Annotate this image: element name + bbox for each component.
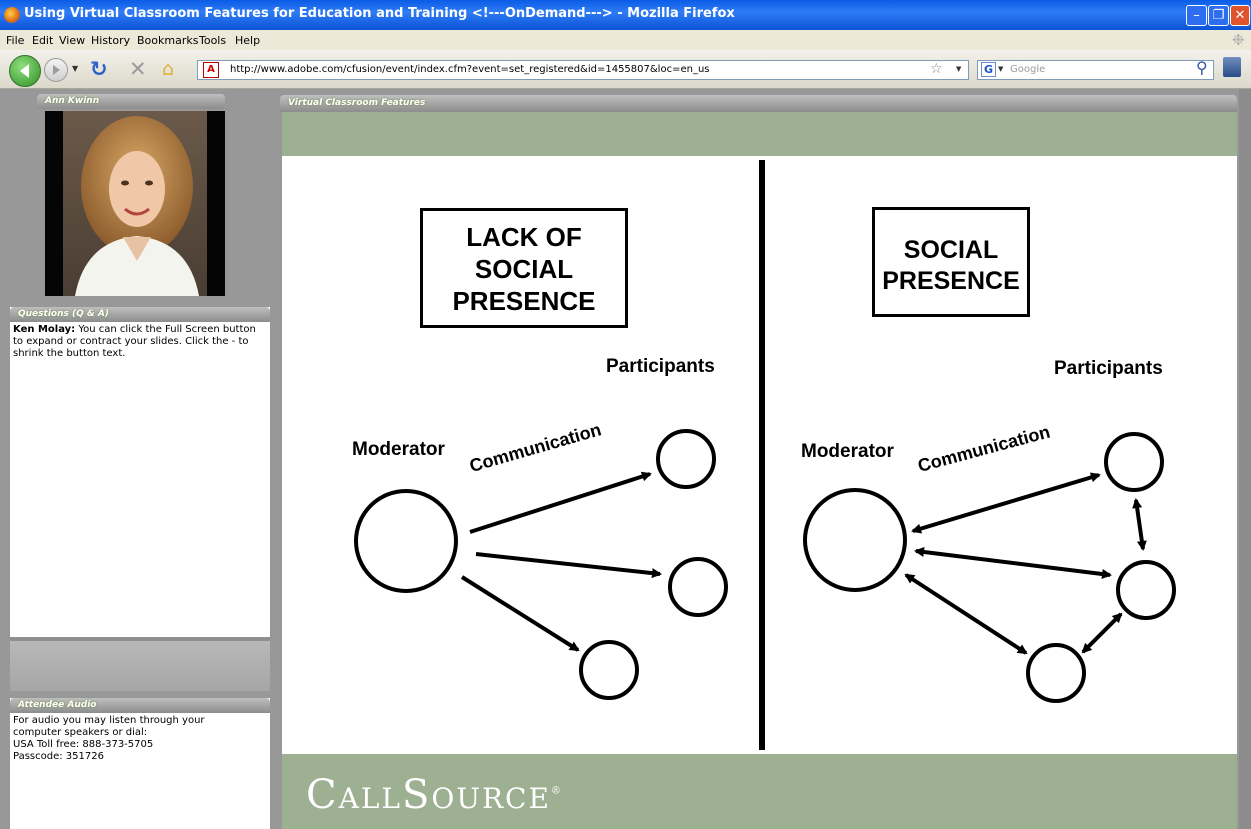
two-way-arrow <box>1132 498 1147 551</box>
presence-diagram <box>354 429 1176 703</box>
communication-arrow <box>469 471 652 534</box>
two-way-arrow <box>911 472 1101 534</box>
participant-circle <box>668 557 728 617</box>
communication-arrow <box>460 575 580 652</box>
moderator-circle-right <box>803 488 907 592</box>
moderator-circle-left <box>354 489 458 593</box>
page-scrollbar[interactable] <box>1239 89 1251 829</box>
participant-circle <box>656 429 716 489</box>
participant-circle <box>1116 560 1176 620</box>
participant-circle <box>1104 432 1164 492</box>
two-way-arrow <box>914 547 1112 579</box>
communication-arrow <box>475 552 662 579</box>
participant-circle <box>1026 643 1086 703</box>
two-way-arrow <box>1081 612 1123 654</box>
two-way-arrow <box>904 573 1028 655</box>
participant-circle <box>579 640 639 700</box>
